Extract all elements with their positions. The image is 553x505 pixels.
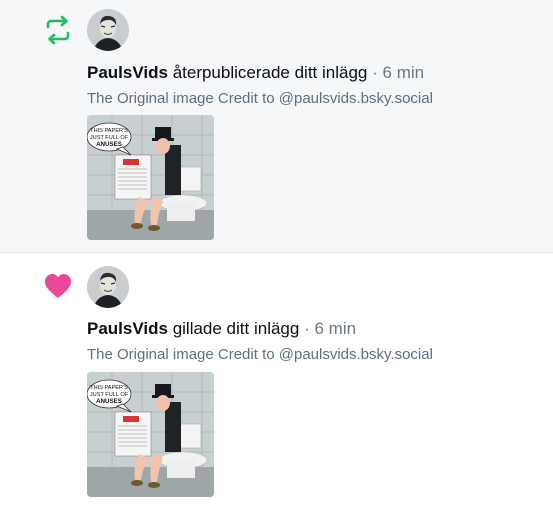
repost-icon [46, 15, 70, 45]
timestamp: 6 min [314, 319, 357, 338]
bubble-text-1: THIS PAPER'S [90, 128, 128, 134]
avatar[interactable] [87, 9, 129, 51]
author-name[interactable]: PaulsVids [87, 63, 168, 82]
author-name[interactable]: PaulsVids [87, 319, 168, 338]
bubble-text-1: THIS PAPER'S [90, 385, 128, 391]
separator: · [304, 319, 310, 338]
notification-summary: PaulsVids gillade ditt inlägg · 6 min [87, 318, 356, 340]
separator: · [372, 63, 378, 82]
bubble-text-3: ANUSES [96, 398, 122, 405]
timestamp: 6 min [382, 63, 425, 82]
post-text: The Original image Credit to @paulsvids.… [87, 346, 433, 363]
notification-repost[interactable]: PaulsVids återpublicerade ditt inlägg · … [0, 0, 553, 253]
notification-summary: PaulsVids återpublicerade ditt inlägg · … [87, 62, 424, 84]
heart-icon [45, 274, 71, 298]
post-text: The Original image Credit to @paulsvids.… [87, 90, 433, 107]
notification-like[interactable]: PaulsVids gillade ditt inlägg · 6 min Th… [0, 253, 553, 505]
avatar[interactable] [87, 266, 129, 308]
action-text: gillade ditt inlägg [172, 319, 300, 338]
bubble-text-3: ANUSES [96, 141, 122, 148]
post-image[interactable]: THIS PAPER'S JUST FULL OF ANUSES [87, 115, 214, 240]
post-image[interactable]: THIS PAPER'S JUST FULL OF ANUSES [87, 372, 214, 497]
action-text: återpublicerade ditt inlägg [172, 63, 368, 82]
